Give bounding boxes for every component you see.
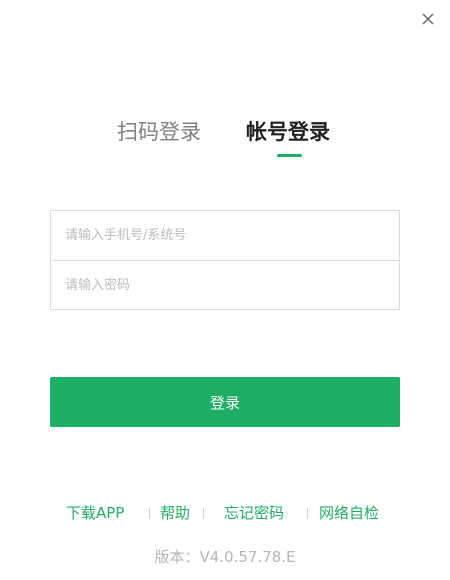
link-separator	[203, 508, 204, 519]
link-separator	[307, 508, 308, 519]
login-tabs: 扫码登录 帐号登录	[0, 118, 450, 162]
close-button[interactable]	[418, 9, 438, 29]
help-link[interactable]: 帮助	[160, 502, 190, 524]
account-input[interactable]	[51, 211, 399, 260]
download-app-link[interactable]: 下载APP	[66, 502, 124, 524]
version-label: 版本：V4.0.57.78.E	[154, 548, 296, 566]
forgot-password-link[interactable]: 忘记密码	[224, 502, 284, 524]
login-form	[50, 210, 400, 310]
active-tab-indicator	[277, 154, 302, 157]
tab-qr-login[interactable]: 扫码登录	[117, 118, 201, 146]
login-button[interactable]: 登录	[50, 377, 400, 427]
footer-links: 下载APP 帮助 忘记密码 网络自检	[0, 502, 450, 524]
close-icon	[422, 13, 434, 25]
link-separator	[149, 508, 150, 519]
login-window: 扫码登录 帐号登录 登录 下载APP 帮助 忘记密码 网络自检 版本：V4.0.…	[0, 0, 450, 580]
tab-account-login[interactable]: 帐号登录	[246, 118, 330, 146]
password-input[interactable]	[51, 261, 399, 310]
network-check-link[interactable]: 网络自检	[319, 502, 379, 524]
